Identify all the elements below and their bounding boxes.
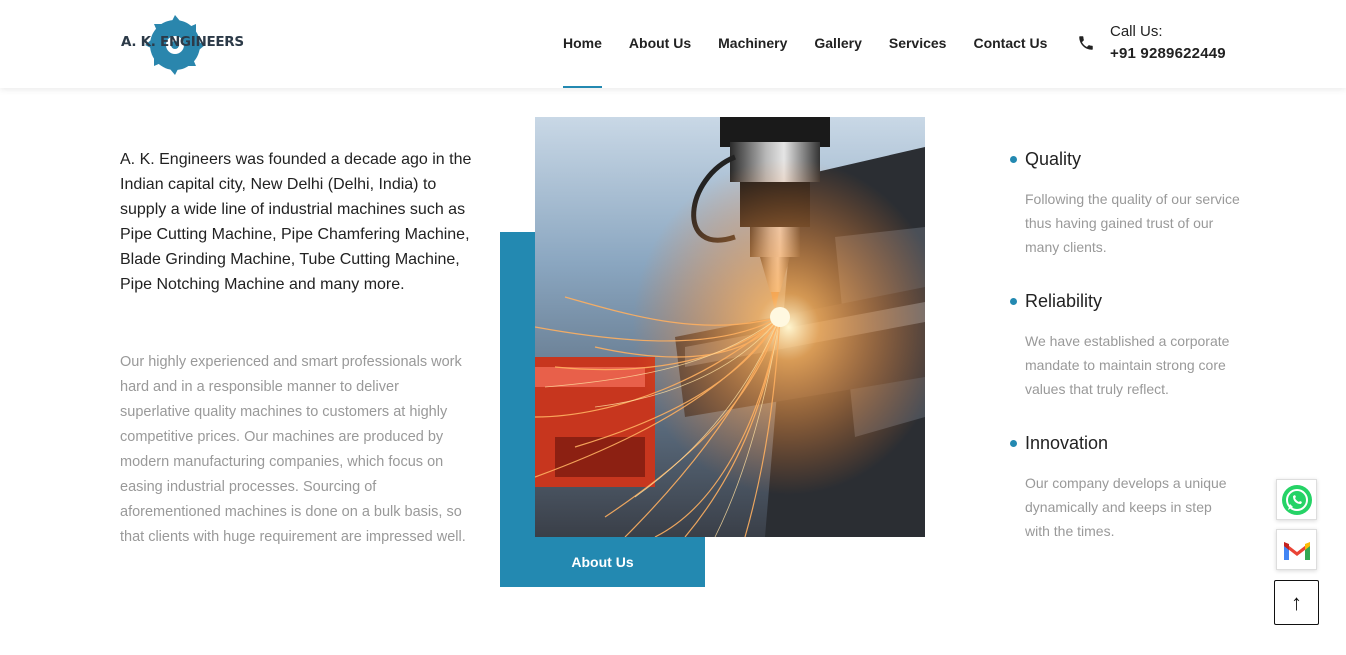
nav-services[interactable]: Services [889, 0, 947, 88]
nav-machinery[interactable]: Machinery [718, 0, 787, 88]
feature-title-text: Innovation [1025, 432, 1109, 453]
phone-icon [1079, 36, 1093, 50]
call-us-number[interactable]: +91 9289622449 [1110, 45, 1226, 62]
feature-title-text: Reliability [1025, 290, 1103, 311]
feature-title: Quality [1010, 147, 1240, 171]
features-list: Quality Following the quality of our ser… [1010, 147, 1240, 573]
feature-quality: Quality Following the quality of our ser… [1010, 147, 1240, 289]
nav-contact-us[interactable]: Contact Us [973, 0, 1047, 88]
gmail-button[interactable] [1276, 529, 1317, 570]
feature-innovation: Innovation Our company develops a unique… [1010, 431, 1240, 573]
feature-reliability: Reliability We have established a corpor… [1010, 289, 1240, 431]
gmail-icon [1283, 541, 1310, 560]
laser-cutting-photo [535, 117, 925, 537]
intro-lead-text: A. K. Engineers was founded a decade ago… [120, 151, 472, 293]
main-nav: Home About Us Machinery Gallery Services… [563, 0, 1074, 88]
nav-home[interactable]: Home [563, 0, 602, 88]
about-us-button[interactable]: About Us [500, 537, 705, 587]
call-us-label: Call Us: [1110, 23, 1163, 40]
bullet-dot-icon [1010, 439, 1017, 447]
bullet-dot-icon [1010, 297, 1017, 305]
intro-body-text: Our highly experienced and smart profess… [120, 354, 466, 545]
whatsapp-button[interactable] [1276, 479, 1317, 520]
feature-title: Reliability [1010, 289, 1240, 313]
feature-title: Innovation [1010, 431, 1240, 455]
feature-description: We have established a corporate mandate … [1025, 333, 1230, 397]
feature-description: Following the quality of our service thu… [1025, 191, 1240, 255]
feature-description: Our company develops a unique dynamicall… [1025, 475, 1227, 539]
nav-gallery[interactable]: Gallery [814, 0, 861, 88]
whatsapp-icon [1281, 484, 1312, 515]
bullet-dot-icon [1010, 155, 1017, 163]
feature-title-text: Quality [1025, 148, 1082, 169]
site-header: A. K. ENGINEERS Home About Us Machinery … [0, 0, 1346, 88]
nav-about-us[interactable]: About Us [629, 0, 691, 88]
laser-cutting-image-icon [535, 117, 925, 537]
logo-text: A. K. ENGINEERS [121, 34, 244, 50]
company-logo[interactable]: A. K. ENGINEERS [118, 14, 244, 76]
back-to-top-button[interactable]: ↑ [1274, 580, 1319, 625]
